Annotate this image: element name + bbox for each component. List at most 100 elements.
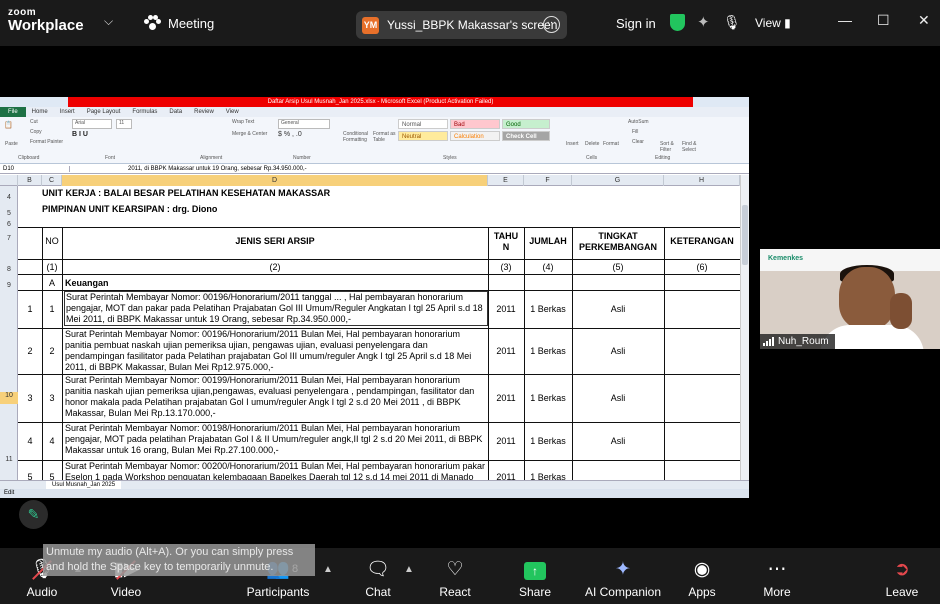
tab-review[interactable]: Review bbox=[188, 109, 220, 115]
paste-icon[interactable]: 📋 bbox=[4, 121, 13, 131]
format-painter-button[interactable]: Format Painter bbox=[30, 139, 63, 149]
col-number-2: (2) bbox=[269, 262, 281, 272]
merge-center-button[interactable]: Merge & Center bbox=[232, 131, 267, 141]
tab-insert[interactable]: Insert bbox=[54, 109, 81, 115]
group-number: Number bbox=[293, 155, 311, 161]
vertical-scrollbar[interactable] bbox=[740, 175, 749, 486]
view-layout-icon: ▮ bbox=[784, 16, 791, 30]
row-1-jumlah: 1 Berkas bbox=[530, 304, 566, 314]
leave-door-icon: ➲ bbox=[894, 559, 910, 580]
minimize-icon[interactable]: — bbox=[838, 12, 852, 28]
more-options-icon[interactable]: ··· bbox=[543, 16, 560, 33]
row-4-tahun: 2011 bbox=[496, 436, 516, 446]
ai-companion-button[interactable]: ✦ AI Companion bbox=[583, 548, 663, 604]
annotate-pencil-icon[interactable]: ✎ bbox=[19, 500, 48, 529]
column-header-g[interactable]: G bbox=[572, 175, 664, 186]
formula-bar: D10 2011, di BBPK Makassar untuk 19 Oran… bbox=[0, 164, 749, 174]
style-good[interactable]: Good bbox=[502, 119, 550, 129]
close-icon[interactable]: ✕ bbox=[918, 12, 930, 29]
font-name-select[interactable]: Arial bbox=[72, 119, 112, 129]
bold-italic-underline-icons[interactable]: B I U bbox=[72, 131, 88, 141]
row-4-no: 4 bbox=[49, 436, 55, 446]
find-select-button[interactable]: Find & Select bbox=[682, 141, 704, 153]
scroll-thumb[interactable] bbox=[742, 205, 748, 265]
fill-button[interactable]: Fill bbox=[632, 129, 638, 139]
formula-input[interactable]: 2011, di BBPK Makassar untuk 19 Orang, s… bbox=[70, 166, 307, 172]
apps-button[interactable]: ◉ Apps bbox=[662, 548, 742, 604]
conditional-formatting-button[interactable]: Conditional Formatting bbox=[343, 131, 373, 143]
column-header-b[interactable]: B bbox=[18, 175, 42, 186]
audio-label: Audio bbox=[26, 585, 58, 599]
sort-filter-button[interactable]: Sort & Filter bbox=[660, 141, 682, 153]
screen-share-indicator[interactable]: YM Yussi_BBPK Makassar's screen ··· bbox=[356, 11, 567, 39]
format-cells-button[interactable]: Format bbox=[603, 141, 619, 151]
clear-button[interactable]: Clear bbox=[632, 139, 644, 149]
wrap-text-button[interactable]: Wrap Text bbox=[232, 119, 254, 129]
delete-cells-button[interactable]: Delete bbox=[585, 141, 599, 151]
column-header-h[interactable]: H bbox=[664, 175, 740, 186]
participants-options-caret-icon[interactable]: ▲ bbox=[323, 564, 333, 575]
format-as-table-button[interactable]: Format as Table bbox=[373, 131, 397, 143]
security-shield-icon[interactable] bbox=[670, 14, 685, 31]
leave-button[interactable]: ➲ Leave bbox=[862, 548, 940, 604]
chevron-down-icon[interactable]: ⌵ bbox=[104, 14, 113, 29]
row-2-description[interactable]: Surat Perintah Membayar Nomor: 00196/Hon… bbox=[65, 329, 487, 373]
section-letter: A bbox=[48, 278, 55, 288]
style-normal[interactable]: Normal bbox=[398, 119, 448, 129]
microphone-icon[interactable]: 🎙 bbox=[723, 14, 741, 31]
style-check-cell[interactable]: Check Cell bbox=[502, 131, 550, 141]
row-1-description-selected[interactable]: Surat Perintah Membayar Nomor: 00196/Hon… bbox=[64, 291, 488, 326]
excel-menu-tabs: File Home Insert Page Layout Formulas Da… bbox=[0, 107, 749, 117]
style-neutral[interactable]: Neutral bbox=[398, 131, 448, 141]
leave-label: Leave bbox=[885, 585, 919, 599]
style-calculation[interactable]: Calculation bbox=[450, 131, 500, 141]
col-number-3: (3) bbox=[500, 262, 512, 272]
ai-sparkle-icon[interactable]: ✦ bbox=[697, 13, 710, 31]
copy-button[interactable]: Copy bbox=[30, 129, 42, 139]
column-header-d[interactable]: D bbox=[62, 175, 488, 186]
share-label: Share bbox=[518, 585, 552, 599]
participant-hand bbox=[890, 293, 912, 329]
cut-button[interactable]: Cut bbox=[30, 119, 38, 129]
font-size-select[interactable]: 11 bbox=[116, 119, 132, 129]
participant-name-tag: Nuh_Roum bbox=[760, 334, 835, 349]
chat-options-caret-icon[interactable]: ▲ bbox=[404, 564, 414, 575]
sign-in-button[interactable]: Sign in bbox=[616, 16, 656, 31]
spreadsheet-grid[interactable]: UNIT KERJA : BALAI BESAR PELATIHAN KESEH… bbox=[0, 186, 740, 486]
tab-view[interactable]: View bbox=[220, 109, 245, 115]
signal-bars-icon bbox=[763, 337, 774, 346]
insert-cells-button[interactable]: Insert bbox=[566, 141, 579, 151]
column-header-f[interactable]: F bbox=[524, 175, 572, 186]
column-header-e[interactable]: E bbox=[488, 175, 524, 186]
meeting-label: Meeting bbox=[168, 15, 215, 31]
name-box[interactable]: D10 bbox=[0, 165, 70, 172]
tab-formulas[interactable]: Formulas bbox=[126, 109, 163, 115]
header-no: NO bbox=[45, 236, 59, 246]
share-button[interactable]: ↑ Share bbox=[495, 548, 575, 604]
tab-page-layout[interactable]: Page Layout bbox=[81, 109, 127, 115]
row-2-b: 2 bbox=[27, 346, 33, 356]
number-format-icons[interactable]: $ % , .0 bbox=[278, 131, 302, 141]
chat-button[interactable]: 🗨 Chat bbox=[338, 548, 418, 604]
paste-label: Paste bbox=[5, 141, 18, 147]
participant-video-tile[interactable]: Kemenkes Nuh_Roum bbox=[760, 249, 940, 349]
tab-data[interactable]: Data bbox=[163, 109, 188, 115]
more-button[interactable]: ⋯ More bbox=[737, 548, 817, 604]
column-header-c[interactable]: C bbox=[42, 175, 62, 186]
sharer-avatar: YM bbox=[362, 16, 379, 34]
more-label: More bbox=[763, 585, 791, 599]
autosum-button[interactable]: AutoSum bbox=[628, 119, 649, 129]
tab-file[interactable]: File bbox=[0, 107, 26, 117]
tab-home[interactable]: Home bbox=[26, 109, 54, 115]
row-3-description[interactable]: Surat Perintah Membayar Nomor: 00199/Hon… bbox=[65, 375, 487, 419]
react-button[interactable]: ♡ React bbox=[415, 548, 495, 604]
row-4-description[interactable]: Surat Perintah Membayar Nomor: 00198/Hon… bbox=[65, 423, 487, 456]
select-all-corner[interactable] bbox=[0, 175, 18, 186]
view-button[interactable]: View ▮ bbox=[755, 16, 791, 30]
style-bad[interactable]: Bad bbox=[450, 119, 500, 129]
maximize-icon[interactable]: ☐ bbox=[877, 12, 890, 29]
apps-label: Apps bbox=[688, 585, 716, 599]
meeting-info-button[interactable]: Meeting bbox=[144, 15, 214, 31]
row-2-jumlah: 1 Berkas bbox=[530, 346, 566, 356]
number-format-select[interactable]: General bbox=[278, 119, 330, 129]
